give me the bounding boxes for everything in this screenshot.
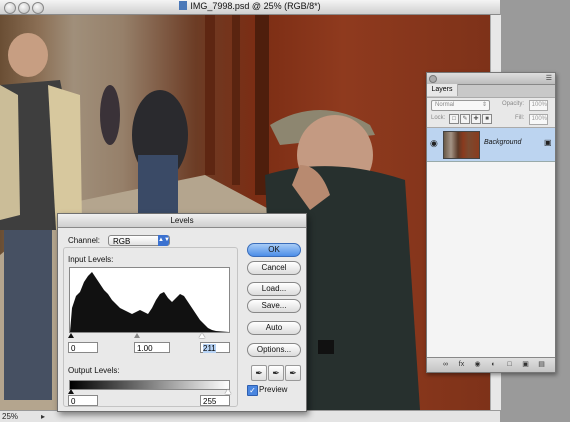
auto-button[interactable]: Auto (247, 321, 301, 335)
panel-menu-icon[interactable]: ☰ (546, 74, 552, 82)
psd-file-icon (179, 1, 188, 10)
preview-checkbox[interactable]: ✓ (247, 385, 258, 396)
lock-label: Lock: (431, 115, 446, 121)
fill-input[interactable]: 100% (529, 114, 548, 125)
trash-icon[interactable]: ▤ (537, 361, 546, 369)
levels-dialog-title[interactable]: Levels (58, 214, 306, 228)
input-black-field[interactable]: 0 (68, 342, 98, 353)
lock-icon: ▣ (544, 138, 552, 147)
layer-name[interactable]: Background (484, 139, 521, 146)
input-black-slider[interactable] (68, 333, 74, 338)
black-eyedropper-icon[interactable]: ✒ (251, 365, 267, 381)
preview-label: Preview (259, 385, 288, 394)
lock-image-icon[interactable]: ✎ (460, 114, 470, 124)
layers-panel: ☰ Layers Normal ⇕ Opacity: 100% Lock: □ … (426, 72, 556, 373)
layers-footer: ∞ fx ◉ ◐ □ ▣ ▤ (427, 357, 555, 372)
window-title: IMG_7998.psd @ 25% (RGB/8*) (0, 1, 500, 11)
layer-thumbnail (443, 131, 480, 159)
output-black-slider[interactable] (68, 389, 74, 394)
ok-button[interactable]: OK (247, 243, 301, 257)
fx-icon[interactable]: fx (457, 361, 466, 369)
load-button[interactable]: Load... (247, 282, 301, 296)
output-white-slider[interactable] (225, 389, 231, 394)
window-titlebar[interactable]: IMG_7998.psd @ 25% (RGB/8*) (0, 0, 500, 15)
opacity-input[interactable]: 100% (529, 100, 548, 111)
input-gamma-slider[interactable] (134, 333, 140, 338)
histogram (69, 267, 230, 333)
input-levels-label: Input Levels: (68, 255, 114, 264)
status-info-icon[interactable]: ▸ (38, 412, 48, 421)
lock-all-icon[interactable]: ■ (482, 114, 492, 124)
folder-icon[interactable]: □ (505, 361, 514, 369)
options-button[interactable]: Options... (247, 343, 301, 357)
blend-row: Normal ⇕ Opacity: 100% (427, 98, 555, 112)
close-panel-icon[interactable] (429, 75, 437, 83)
lock-position-icon[interactable]: ✚ (471, 114, 481, 124)
output-gradient (69, 380, 230, 390)
white-eyedropper-icon[interactable]: ✒ (285, 365, 301, 381)
output-white-field[interactable]: 255 (200, 395, 230, 406)
cancel-button[interactable]: Cancel (247, 261, 301, 275)
input-white-slider[interactable] (199, 333, 205, 338)
levels-dialog: Levels Channel: RGB ▲▼ Input Levels: 0 1.… (57, 213, 307, 412)
mask-icon[interactable]: ◉ (473, 361, 482, 369)
output-black-field[interactable]: 0 (68, 395, 98, 406)
layers-list: ◉ Background ▣ (427, 127, 555, 358)
tab-layers[interactable]: Layers (427, 84, 458, 96)
histogram-graph (70, 272, 229, 332)
zoom-level[interactable]: 25% (2, 412, 36, 421)
new-layer-icon[interactable]: ▣ (521, 361, 530, 369)
fill-label: Fill: (515, 115, 525, 121)
gray-eyedropper-icon[interactable]: ✒ (268, 365, 284, 381)
layer-row-background[interactable]: ◉ Background ▣ (427, 128, 555, 162)
opacity-label: Opacity: (502, 101, 525, 107)
save-button[interactable]: Save... (247, 299, 301, 313)
channel-label: Channel: (68, 236, 101, 245)
panel-tab-row: Layers (427, 84, 555, 98)
lock-row: Lock: □ ✎ ✚ ■ Fill: 100% (427, 112, 555, 126)
chevron-updown-icon: ▲▼ (158, 235, 170, 246)
chevron-down-icon: ⇕ (481, 102, 487, 108)
link-icon[interactable]: ∞ (441, 361, 450, 369)
blend-mode-select[interactable]: Normal ⇕ (431, 100, 490, 111)
output-levels-label: Output Levels: (68, 366, 120, 375)
input-gamma-field[interactable]: 1.00 (134, 342, 170, 353)
adjustment-icon[interactable]: ◐ (489, 361, 498, 369)
input-white-field[interactable]: 211 (200, 342, 230, 353)
visibility-eye-icon[interactable]: ◉ (430, 139, 439, 148)
lock-transparency-icon[interactable]: □ (449, 114, 459, 124)
channel-select[interactable]: RGB ▲▼ (108, 235, 170, 246)
